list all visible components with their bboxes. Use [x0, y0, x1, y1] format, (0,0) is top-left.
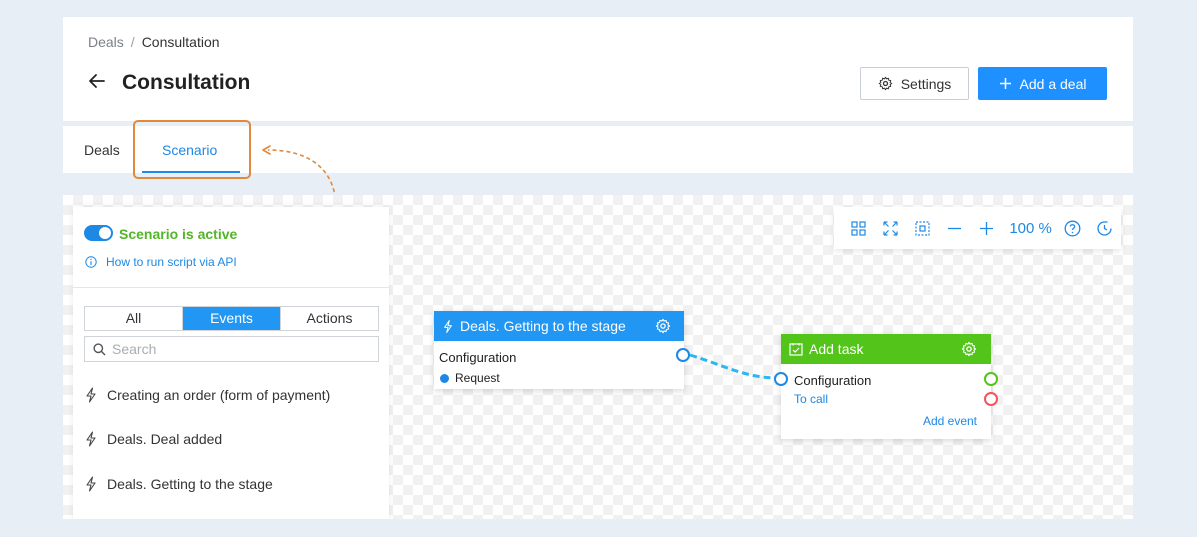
tab-scenario[interactable]: Scenario: [162, 142, 217, 158]
event-list-item[interactable]: Creating an order (form of payment): [84, 387, 330, 403]
help-icon: [1064, 220, 1081, 236]
frame-button[interactable]: [906, 213, 938, 243]
lightning-icon: [86, 431, 96, 447]
breadcrumb-separator: /: [130, 34, 135, 50]
page-header: Deals / Consultation Consultation Settings…: [63, 17, 1133, 121]
breadcrumb: Deals / Consultation: [88, 34, 220, 50]
trigger-node-config-label: Configuration: [439, 350, 517, 365]
plus-icon: [999, 78, 1011, 89]
filter-actions-button[interactable]: Actions: [281, 307, 378, 330]
lightning-icon: [86, 387, 96, 403]
zoom-in-button[interactable]: [970, 213, 1002, 243]
fit-screen-icon: [882, 220, 898, 236]
panel-divider: [73, 287, 389, 288]
event-list-item[interactable]: Deals. Getting to the stage: [84, 476, 273, 492]
breadcrumb-current: Consultation: [141, 34, 220, 50]
trigger-output-label: Request: [455, 371, 500, 385]
task-failure-port[interactable]: [984, 392, 998, 406]
trigger-node[interactable]: Deals. Getting to the stage Configuratio…: [434, 311, 690, 389]
task-input-port[interactable]: [774, 372, 788, 386]
search-icon: [93, 342, 106, 356]
toggle-knob: [99, 227, 111, 239]
filter-events-button[interactable]: Events: [183, 307, 281, 330]
scenario-active-toggle[interactable]: [84, 225, 113, 241]
tab-deals[interactable]: Deals: [84, 142, 120, 158]
zoom-in-icon: [979, 221, 993, 235]
task-success-port[interactable]: [984, 372, 998, 386]
task-call-link[interactable]: To call: [794, 392, 828, 406]
gear-icon[interactable]: [655, 318, 671, 334]
lightning-icon: [86, 476, 96, 492]
gear-icon[interactable]: [961, 341, 977, 357]
breadcrumb-deals-link[interactable]: Deals: [88, 34, 124, 50]
event-list-item[interactable]: Deals. Deal added: [84, 431, 222, 447]
task-node-header: Add task: [781, 334, 991, 364]
lightning-icon: [444, 319, 452, 333]
zoom-level: 100 %: [1009, 219, 1052, 237]
event-side-panel: Scenario is active How to run script via…: [73, 207, 389, 519]
event-item-label: Creating an order (form of payment): [107, 387, 331, 403]
canvas-toolbar: 100 %: [834, 207, 1121, 249]
active-tab-indicator: [142, 171, 240, 173]
trigger-node-title: Deals. Getting to the stage: [460, 318, 626, 334]
task-node[interactable]: Add task Configuration To call Add event: [774, 334, 998, 439]
trigger-node-header: Deals. Getting to the stage: [434, 311, 684, 341]
task-node-config-label: Configuration: [794, 373, 872, 388]
fit-screen-button[interactable]: [874, 213, 906, 243]
filter-all-button[interactable]: All: [85, 307, 183, 330]
add-deal-label: Add a deal: [1019, 75, 1087, 92]
scenario-status-label: Scenario is active: [119, 226, 238, 242]
tab-bar: Deals Scenario: [63, 126, 1133, 173]
add-event-link[interactable]: Add event: [923, 414, 977, 428]
zoom-out-icon: [947, 227, 961, 229]
event-item-label: Deals. Getting to the stage: [107, 476, 273, 492]
search-input[interactable]: [112, 341, 372, 357]
add-deal-button[interactable]: Add a deal: [978, 67, 1107, 100]
task-node-title: Add task: [809, 341, 864, 357]
output-dot-icon: [440, 373, 449, 383]
history-icon: [1097, 220, 1113, 236]
help-button[interactable]: [1057, 213, 1089, 243]
api-help-link[interactable]: How to run script via API: [106, 255, 237, 269]
event-filter-group: All Events Actions: [84, 306, 379, 331]
event-item-label: Deals. Deal added: [107, 431, 223, 447]
task-checkbox-icon: [789, 343, 803, 356]
search-box: [84, 336, 379, 362]
scenario-canvas[interactable]: Scenario is active How to run script via…: [63, 195, 1133, 519]
frame-icon: [915, 220, 930, 236]
settings-button[interactable]: Settings: [860, 67, 969, 100]
info-icon: [85, 256, 97, 268]
zoom-out-button[interactable]: [938, 213, 970, 243]
settings-label: Settings: [900, 75, 952, 92]
history-button[interactable]: [1089, 213, 1121, 243]
grid-button[interactable]: [842, 213, 874, 243]
back-arrow-icon[interactable]: [88, 72, 106, 90]
grid-icon: [850, 220, 866, 236]
page-title: Consultation: [122, 71, 251, 94]
gear-icon: [878, 76, 892, 91]
trigger-output-port[interactable]: [676, 348, 690, 362]
trigger-output: Request: [440, 371, 500, 385]
